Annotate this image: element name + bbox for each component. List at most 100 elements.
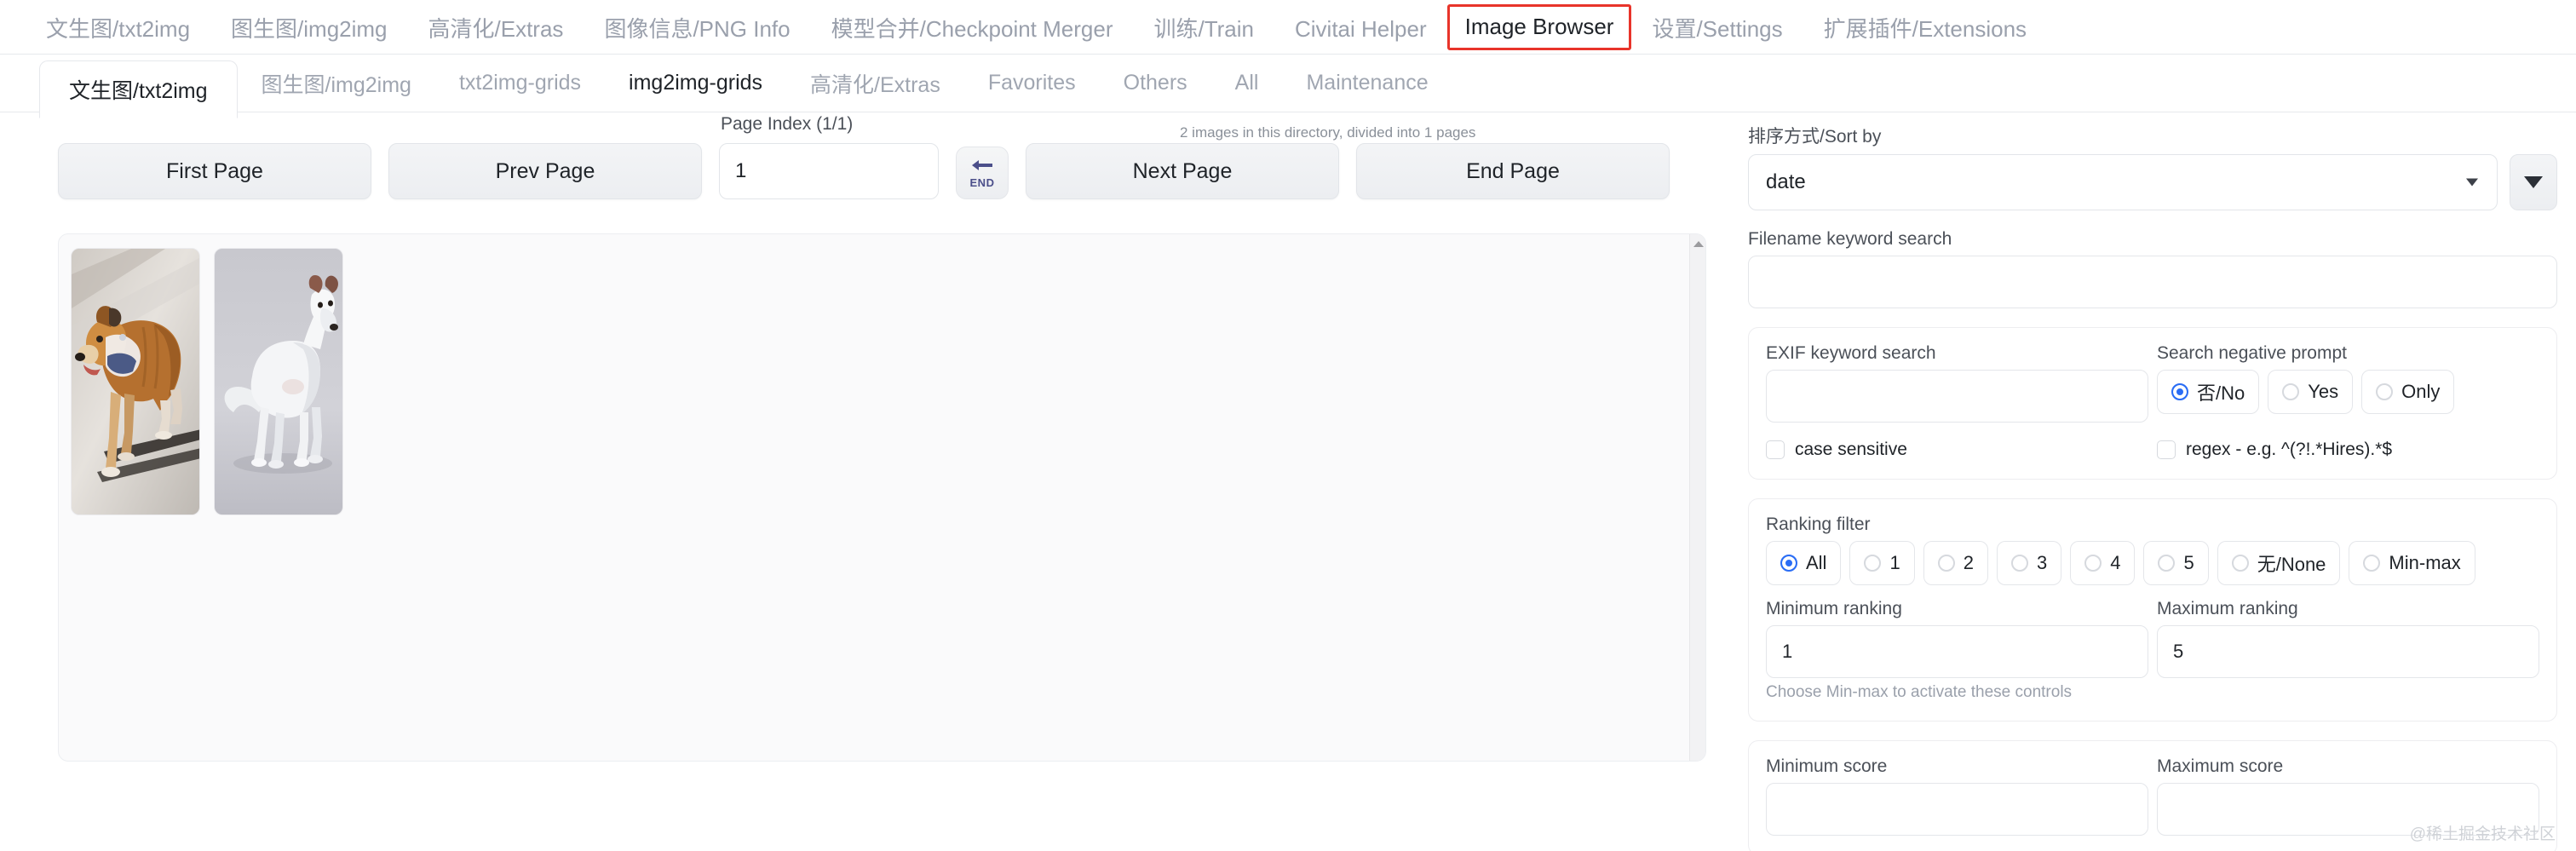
- prev-page-button[interactable]: Prev Page: [388, 143, 702, 199]
- filename-search-group: Filename keyword search: [1748, 229, 2557, 308]
- main-content: 2 images in this directory, divided into…: [0, 112, 2576, 851]
- thumbnail-dog-brown-image: [72, 249, 199, 515]
- negative-prompt-option-only[interactable]: Only: [2361, 370, 2455, 414]
- ranking-option-none[interactable]: 无/None: [2217, 541, 2341, 585]
- exif-search-panel: EXIF keyword search Search negative prom…: [1748, 327, 2557, 480]
- jump-to-end-button[interactable]: END: [956, 147, 1009, 199]
- exif-checkbox-row: case sensitive regex - e.g. ^(?!.*Hires)…: [1766, 440, 2539, 460]
- top-nav-item-settings[interactable]: 设置/Settings: [1631, 18, 1803, 54]
- top-nav-item-civitai-helper[interactable]: Civitai Helper: [1274, 18, 1447, 54]
- sort-by-label: 排序方式/Sort by: [1748, 127, 1882, 147]
- ranking-option-1[interactable]: 1: [1849, 541, 1915, 585]
- case-sensitive-checkbox[interactable]: case sensitive: [1766, 440, 2148, 460]
- sub-tab-favorites[interactable]: Favorites: [964, 55, 1100, 112]
- negative-prompt-label: Search negative prompt: [2157, 343, 2347, 363]
- case-sensitive-label: case sensitive: [1795, 440, 1907, 459]
- negative-prompt-radio-group: 否/No Yes Only: [2157, 370, 2539, 414]
- exif-keyword-input[interactable]: [1766, 370, 2148, 423]
- sub-tab-others[interactable]: Others: [1100, 55, 1211, 112]
- top-nav-item-image-browser[interactable]: Image Browser: [1446, 4, 1632, 50]
- ranking-minmax-hint: Choose Min-max to activate these control…: [1766, 683, 2073, 701]
- watermark-text: @稀土掘金技术社区: [2409, 825, 2556, 843]
- top-nav-item-train[interactable]: 训练/Train: [1134, 18, 1275, 54]
- ranking-option-none-label: 无/None: [2257, 554, 2326, 575]
- thumbnail-dog-white-image: [215, 249, 342, 515]
- top-nav-item-checkpoint-merger[interactable]: 模型合并/Checkpoint Merger: [811, 18, 1134, 54]
- top-nav-item-img2img[interactable]: 图生图/img2img: [210, 18, 407, 54]
- exif-top-row: EXIF keyword search Search negative prom…: [1766, 343, 2539, 423]
- ranking-option-minmax-label: Min-max: [2389, 552, 2461, 573]
- gallery-thumbnail-1[interactable]: [214, 248, 343, 515]
- checkbox-icon[interactable]: [2157, 440, 2176, 459]
- filename-search-label: Filename keyword search: [1748, 229, 1952, 249]
- ranking-option-all-label: All: [1806, 552, 1827, 573]
- ranking-option-all[interactable]: All: [1766, 541, 1842, 585]
- sort-direction-button[interactable]: [2510, 154, 2557, 210]
- ranking-option-3-label: 3: [2036, 552, 2048, 573]
- maximum-score-label: Maximum score: [2157, 756, 2284, 776]
- minimum-score-label: Minimum score: [1766, 756, 1888, 776]
- top-nav-item-extras[interactable]: 高清化/Extras: [408, 18, 584, 54]
- ranking-radio-group: All 1 2 3 4 5 无/None Min-max: [1766, 541, 2539, 585]
- thumbnail-list: [59, 234, 1705, 515]
- ranking-filter-title: Ranking filter: [1766, 515, 1871, 534]
- sub-tab-img2img[interactable]: 图生图/img2img: [238, 55, 435, 112]
- sub-tab-maintenance[interactable]: Maintenance: [1282, 55, 1452, 112]
- ranking-option-2[interactable]: 2: [1923, 541, 1988, 585]
- negative-prompt-option-yes[interactable]: Yes: [2268, 370, 2354, 414]
- ranking-minmax-row: Minimum ranking Choose Min-max to activa…: [1766, 599, 2539, 702]
- triangle-down-icon: [2524, 176, 2543, 188]
- minimum-score-group: Minimum score: [1766, 756, 2148, 836]
- filename-search-input[interactable]: [1748, 256, 2557, 308]
- top-navigation-bar: 文生图/txt2img 图生图/img2img 高清化/Extras 图像信息/…: [0, 0, 2576, 55]
- radio-unselected-icon: [1937, 555, 1955, 572]
- radio-unselected-icon: [2376, 383, 2394, 400]
- sub-tab-img2img-grids[interactable]: img2img-grids: [605, 55, 786, 112]
- sub-tab-all[interactable]: All: [1211, 55, 1283, 112]
- sort-by-value: date: [1766, 170, 1806, 193]
- sub-tab-extras[interactable]: 高清化/Extras: [786, 55, 964, 112]
- top-nav-item-png-info[interactable]: 图像信息/PNG Info: [584, 18, 810, 54]
- first-page-button[interactable]: First Page: [58, 143, 371, 199]
- radio-unselected-icon: [2231, 555, 2249, 572]
- minimum-ranking-group: Minimum ranking Choose Min-max to activa…: [1766, 599, 2148, 702]
- ranking-option-minmax[interactable]: Min-max: [2349, 541, 2475, 585]
- page-index-input[interactable]: [719, 143, 939, 199]
- negative-prompt-option-no-label: 否/No: [2197, 382, 2245, 404]
- ranking-option-1-label: 1: [1889, 552, 1900, 573]
- page-index-label: Page Index (1/1): [721, 114, 854, 134]
- negative-prompt-group: Search negative prompt 否/No Yes Only: [2157, 343, 2539, 423]
- radio-unselected-icon: [2158, 555, 2176, 572]
- ranking-option-5-label: 5: [2183, 552, 2194, 573]
- ranking-option-5[interactable]: 5: [2143, 541, 2209, 585]
- end-button-label: END: [969, 175, 995, 189]
- sort-by-select[interactable]: date: [1748, 154, 2498, 210]
- maximum-ranking-group: Maximum ranking: [2157, 599, 2539, 702]
- sub-tab-txt2img-grids[interactable]: txt2img-grids: [435, 55, 605, 112]
- checkbox-icon[interactable]: [1766, 440, 1785, 459]
- top-nav-item-extensions[interactable]: 扩展插件/Extensions: [1803, 18, 2047, 54]
- sub-tab-txt2img[interactable]: 文生图/txt2img: [39, 60, 238, 118]
- sub-tab-bar: 文生图/txt2img 图生图/img2img txt2img-grids im…: [0, 55, 2576, 118]
- gallery-vertical-scrollbar[interactable]: [1689, 234, 1705, 761]
- negative-prompt-option-yes-label: Yes: [2308, 381, 2339, 402]
- minimum-score-input[interactable]: [1766, 783, 2148, 836]
- regex-checkbox[interactable]: regex - e.g. ^(?!.*Hires).*$: [2157, 440, 2539, 460]
- radio-unselected-icon: [2282, 383, 2300, 400]
- radio-unselected-icon: [1864, 555, 1882, 572]
- exif-keyword-group: EXIF keyword search: [1766, 343, 2148, 423]
- triangle-up-icon[interactable]: [1693, 241, 1704, 247]
- top-nav-item-txt2img[interactable]: 文生图/txt2img: [26, 18, 210, 54]
- radio-selected-icon: [2171, 383, 2188, 400]
- ranking-option-3[interactable]: 3: [1996, 541, 2062, 585]
- minimum-ranking-input[interactable]: [1766, 625, 2148, 678]
- end-page-button[interactable]: End Page: [1356, 143, 1670, 199]
- ranking-option-4[interactable]: 4: [2070, 541, 2136, 585]
- maximum-ranking-input[interactable]: [2157, 625, 2539, 678]
- radio-unselected-icon: [2363, 555, 2381, 572]
- chevron-down-icon: [2466, 178, 2478, 187]
- negative-prompt-option-no[interactable]: 否/No: [2157, 370, 2260, 414]
- ranking-option-4-label: 4: [2110, 552, 2121, 573]
- gallery-thumbnail-0[interactable]: [71, 248, 200, 515]
- next-page-button[interactable]: Next Page: [1026, 143, 1339, 199]
